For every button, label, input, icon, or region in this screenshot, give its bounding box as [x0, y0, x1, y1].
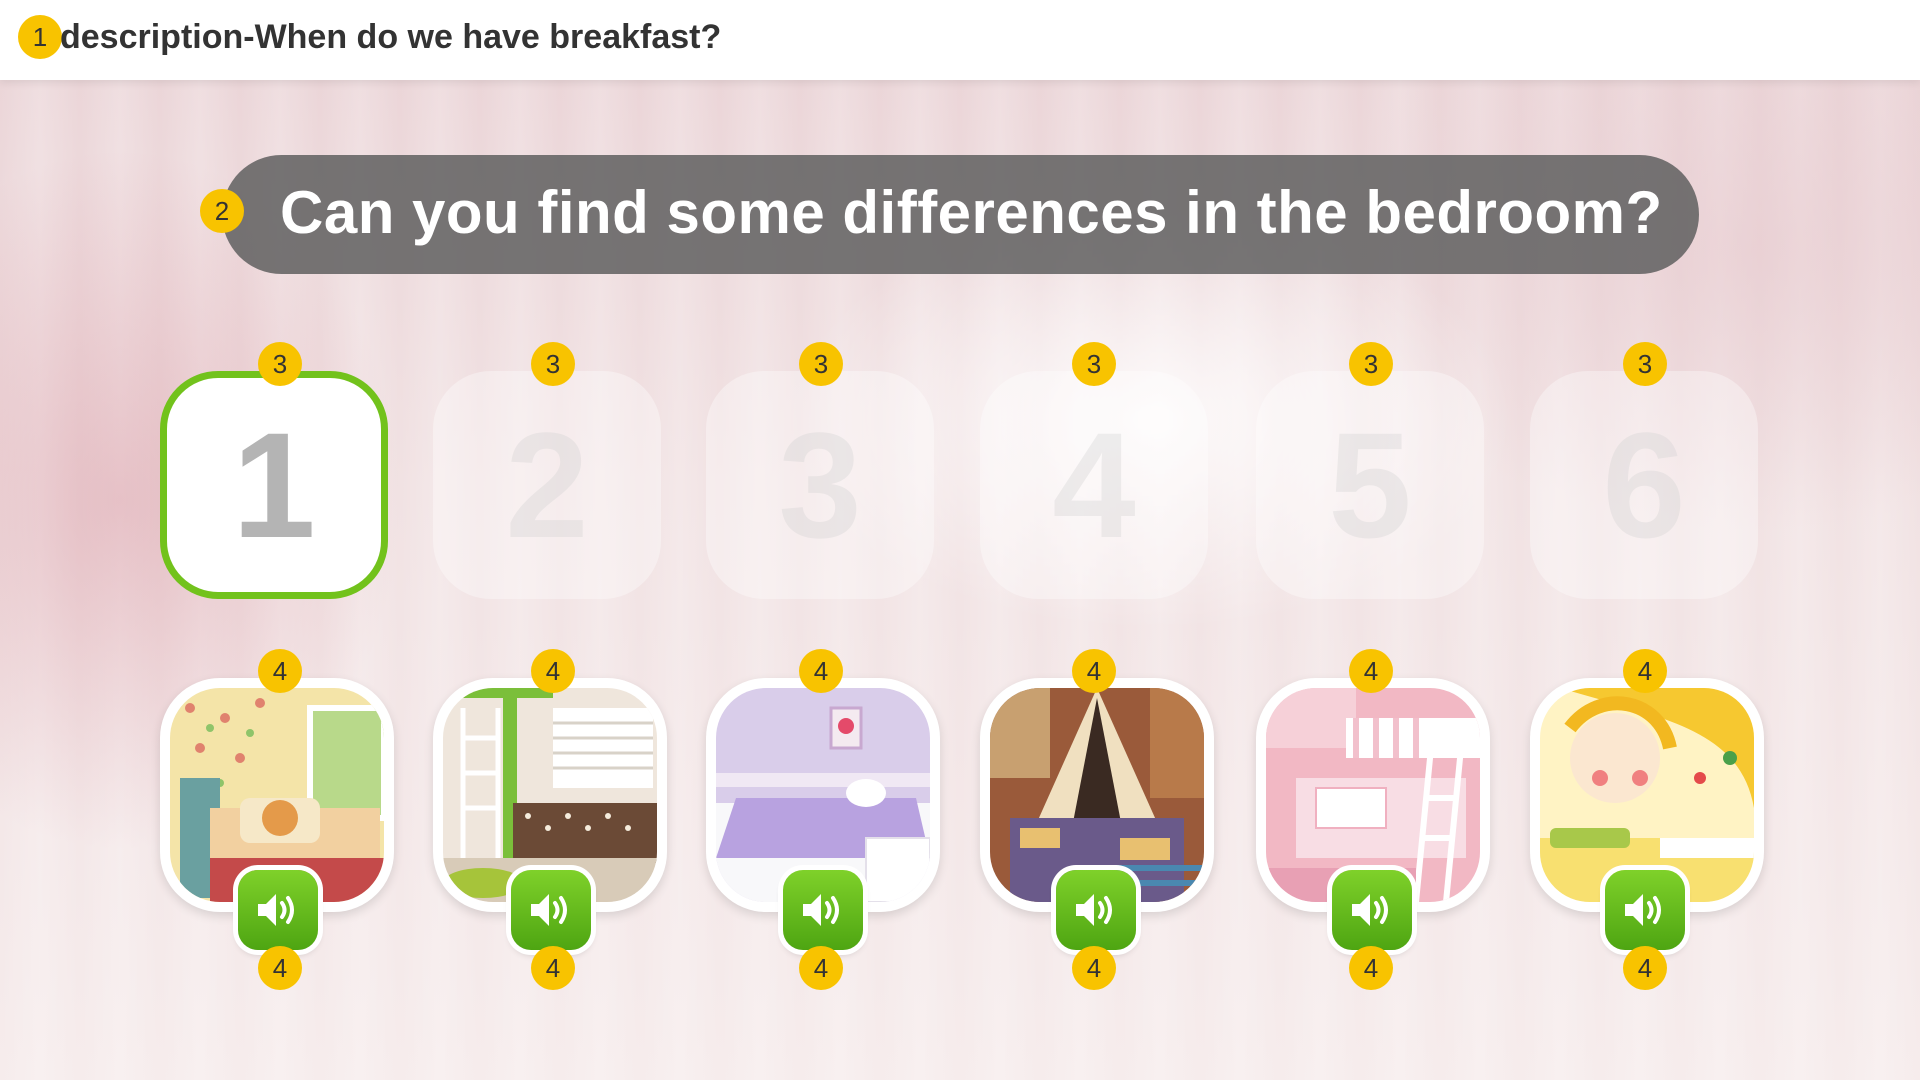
number-card-1[interactable]: 1	[160, 371, 388, 599]
annotation-badge: 4	[799, 946, 843, 990]
annotation-badge: 3	[1623, 342, 1667, 386]
annotation-badge: 3	[1349, 342, 1393, 386]
annotation-badge: 4	[1072, 946, 1116, 990]
number-label: 6	[1602, 401, 1686, 569]
annotation-badge: 4	[258, 946, 302, 990]
annotation-badge: 3	[799, 342, 843, 386]
number-label: 4	[1052, 401, 1136, 569]
header-bar: 1 description-When do we have breakfast?	[0, 0, 1920, 80]
question-text: Can you find some differences in the bed…	[280, 179, 1663, 246]
number-card-5[interactable]: 5	[1256, 371, 1484, 599]
annotation-badge: 4	[531, 649, 575, 693]
speaker-icon	[258, 894, 294, 926]
annotation-badge: 3	[1072, 342, 1116, 386]
play-audio-button-6[interactable]	[1605, 870, 1685, 950]
number-label: 5	[1328, 401, 1412, 569]
number-label: 2	[505, 401, 589, 569]
number-card-3[interactable]: 3	[706, 371, 934, 599]
speaker-icon	[803, 894, 839, 926]
number-label: 1	[232, 401, 316, 569]
number-card-6[interactable]: 6	[1530, 371, 1758, 599]
annotation-badge: 4	[1623, 946, 1667, 990]
play-audio-button-1[interactable]	[238, 870, 318, 950]
speaker-icon	[531, 894, 567, 926]
speaker-icon	[1352, 894, 1388, 926]
play-audio-button-3[interactable]	[783, 870, 863, 950]
annotation-badge: 4	[531, 946, 575, 990]
page-title: description-When do we have breakfast?	[60, 18, 722, 56]
annotation-badge: 3	[531, 342, 575, 386]
number-label: 3	[778, 401, 862, 569]
annotation-badge: 4	[1072, 649, 1116, 693]
annotation-badge: 3	[258, 342, 302, 386]
annotation-badge: 4	[1349, 946, 1393, 990]
annotation-badge: 4	[799, 649, 843, 693]
play-audio-button-5[interactable]	[1332, 870, 1412, 950]
annotation-badge: 2	[200, 189, 244, 233]
play-audio-button-2[interactable]	[511, 870, 591, 950]
number-card-4[interactable]: 4	[980, 371, 1208, 599]
speaker-icon	[1625, 894, 1661, 926]
speaker-icon	[1076, 894, 1112, 926]
annotation-badge: 1	[18, 15, 62, 59]
play-audio-button-4[interactable]	[1056, 870, 1136, 950]
number-card-2[interactable]: 2	[433, 371, 661, 599]
annotation-badge: 4	[258, 649, 302, 693]
annotation-badge: 4	[1623, 649, 1667, 693]
annotation-badge: 4	[1349, 649, 1393, 693]
